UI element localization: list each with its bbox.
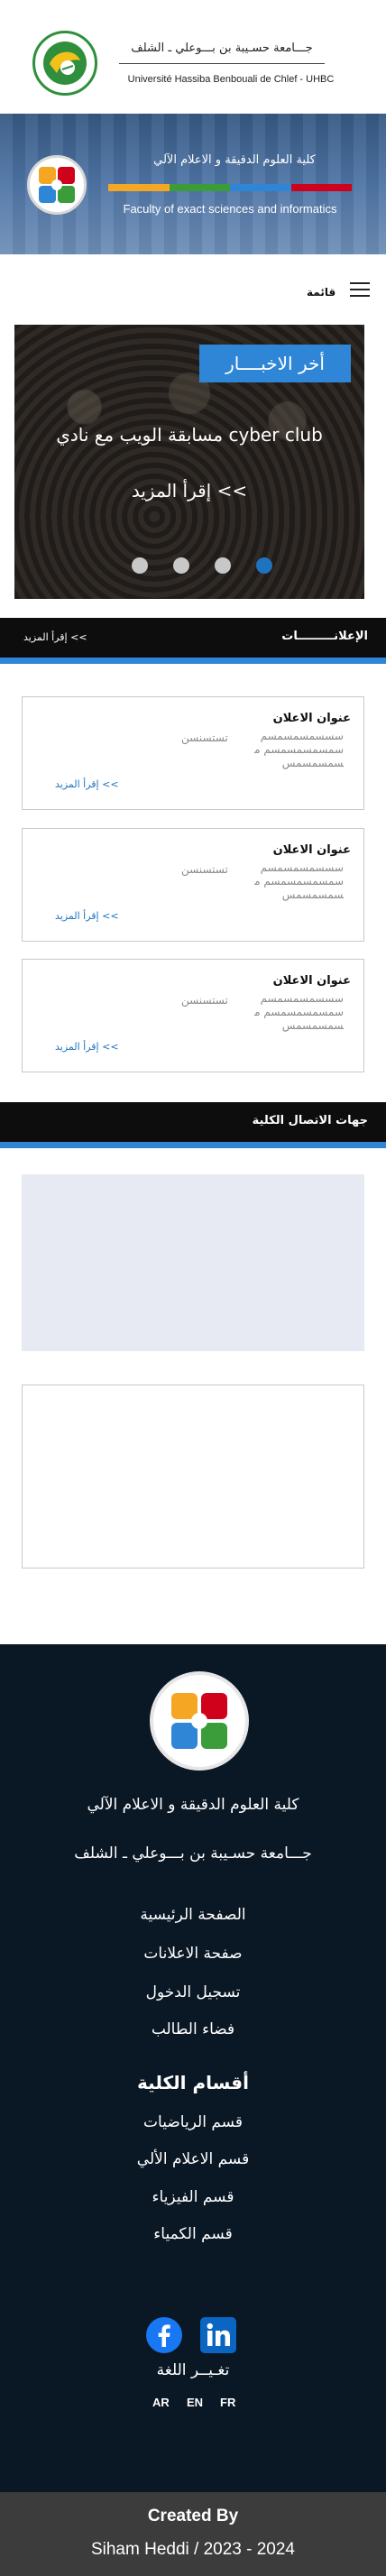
credit-footer: Created By Siham Heddi / 2023 - 2024 — [0, 2492, 386, 2576]
contact-info-box[interactable] — [22, 1385, 364, 1569]
footer-link-announcements[interactable]: صفحة الاعلانات — [0, 1945, 386, 1963]
facebook-logo — [146, 2317, 182, 2353]
news-title: مسابقة الويب مع نادي cyber club — [56, 424, 323, 446]
university-emblem-icon — [38, 36, 92, 90]
news-badge: أخر الاخبــــار — [199, 345, 351, 382]
announcement-title: عنوان الاعلان — [272, 843, 351, 857]
slider-dot-1[interactable] — [132, 557, 148, 574]
credit-label: Created By — [147, 2507, 239, 2525]
linkedin-icon[interactable] — [200, 2317, 236, 2353]
announcements-title: الإعلانـــــــــات — [281, 630, 368, 643]
slider-dot-2[interactable] — [173, 557, 189, 574]
slider-dot-3[interactable] — [215, 557, 231, 574]
announcement-read-more-link[interactable]: إقرأ المزيد << — [55, 1041, 119, 1053]
department-link-math[interactable]: قسم الرياضيات — [0, 2113, 386, 2131]
university-logo[interactable] — [32, 31, 97, 96]
announcement-body: سسسمسمسمسم سمسمسمسمسم مسمسمسمس — [254, 992, 344, 1032]
hamburger-line — [350, 295, 370, 297]
announcement-read-more-link[interactable]: إقرأ المزيد << — [55, 778, 119, 790]
contacts-header: جهات الاتصال الكلية — [0, 1102, 386, 1142]
stripe-orange — [108, 184, 170, 191]
announcement-body: سسسمسمسمسم سمسمسمسمسم مسمسمسمس — [254, 861, 344, 901]
announcement-read-more-link[interactable]: إقرأ المزيد << — [55, 910, 119, 922]
faculty-name-en: Faculty of exact sciences and informatic… — [123, 202, 337, 216]
announcement-title: عنوان الاعلان — [272, 712, 351, 725]
stripe-red — [290, 184, 352, 191]
departments-title: أقسام الكلية — [137, 2072, 249, 2093]
news-read-more-link[interactable]: إقرأ المزيد << — [14, 480, 364, 501]
announcement-card[interactable]: عنوان الاعلان سسسمسمسمسم سمسمسمسمسم مسمس… — [22, 828, 364, 942]
contact-map-embed[interactable] — [22, 1174, 364, 1351]
faculty-emblem-icon — [39, 167, 75, 203]
faculty-logo[interactable] — [27, 155, 87, 215]
contacts-title: جهات الاتصال الكلية — [252, 1114, 368, 1127]
header-divider — [119, 63, 325, 64]
hamburger-icon[interactable] — [350, 281, 370, 298]
footer-link-student-space[interactable]: فضاء الطالب — [0, 2020, 386, 2038]
announcements-underline — [0, 658, 386, 664]
hamburger-line — [350, 289, 370, 290]
department-link-chemistry[interactable]: قسم الكمياء — [0, 2225, 386, 2243]
facebook-icon[interactable] — [146, 2317, 182, 2353]
announcement-meta: تستسنسن — [181, 731, 228, 744]
announcement-card[interactable]: عنوان الاعلان سسسمسمسمسم سمسمسمسمسم مسمس… — [22, 959, 364, 1072]
news-slider[interactable]: أخر الاخبــــار مسابقة الويب مع نادي cyb… — [14, 325, 364, 599]
stripe-green — [169, 184, 230, 191]
site-footer: كلية العلوم الدقيقة و الاعلام الآلي جـــ… — [0, 1644, 386, 2492]
footer-faculty-name: كلية العلوم الدقيقة و الاعلام الآلي — [87, 1796, 299, 1814]
footer-link-login[interactable]: تسجيل الدخول — [0, 1983, 386, 2001]
slider-dot-4[interactable] — [256, 557, 272, 574]
department-link-physics[interactable]: قسم الفيزياء — [0, 2188, 386, 2206]
footer-faculty-logo[interactable] — [150, 1671, 249, 1771]
stripe-blue — [230, 184, 291, 191]
department-link-cs[interactable]: قسم الاعلام الألي — [0, 2150, 386, 2168]
color-stripes — [108, 184, 352, 191]
university-name-ar: جـــامعة حسـيبة بن بـــوعلي ـ الشلف — [131, 41, 313, 55]
linkedin-logo — [200, 2317, 236, 2353]
announcements-more-link[interactable]: إقرأ المزيد << — [23, 631, 87, 643]
faculty-name-ar: كلية العلوم الدقيقة و الاعلام الآلي — [153, 153, 316, 167]
university-name-fr: Université Hassiba Benbouali de Chlef - … — [127, 74, 335, 85]
credit-author: Siham Heddi / 2023 - 2024 — [90, 2540, 296, 2559]
announcement-card[interactable]: عنوان الاعلان سسسمسمسمسم سمسمسمسمسم مسمس… — [22, 696, 364, 810]
language-fr[interactable]: FR — [220, 2396, 235, 2409]
change-language-link[interactable]: تغـيــر اللغة — [0, 2361, 386, 2379]
faculty-emblem-icon — [156, 1678, 243, 1764]
contacts-underline — [0, 1142, 386, 1148]
footer-link-home[interactable]: الصفحة الرئيسية — [0, 1906, 386, 1924]
announcement-title: عنوان الاعلان — [272, 974, 351, 988]
footer-university-name: جـــامعة حسـيبة بن بـــوعلي ـ الشلف — [74, 1845, 312, 1863]
language-en[interactable]: EN — [187, 2396, 203, 2409]
menu-label[interactable]: قائمة — [307, 286, 335, 299]
announcement-meta: تستسنسن — [181, 994, 228, 1007]
slider-dots — [132, 557, 276, 574]
site-header: جـــامعة حسـيبة بن بـــوعلي ـ الشلف Univ… — [0, 0, 386, 114]
announcement-meta: تستسنسن — [181, 863, 228, 876]
language-ar[interactable]: AR — [152, 2396, 170, 2409]
announcements-header: الإعلانـــــــــات إقرأ المزيد << — [0, 618, 386, 658]
faculty-banner: كلية العلوم الدقيقة و الاعلام الآلي Facu… — [0, 114, 386, 254]
hamburger-line — [350, 282, 370, 284]
announcement-body: سسسمسمسمسم سمسمسمسمسم مسمسمسمس — [254, 730, 344, 769]
